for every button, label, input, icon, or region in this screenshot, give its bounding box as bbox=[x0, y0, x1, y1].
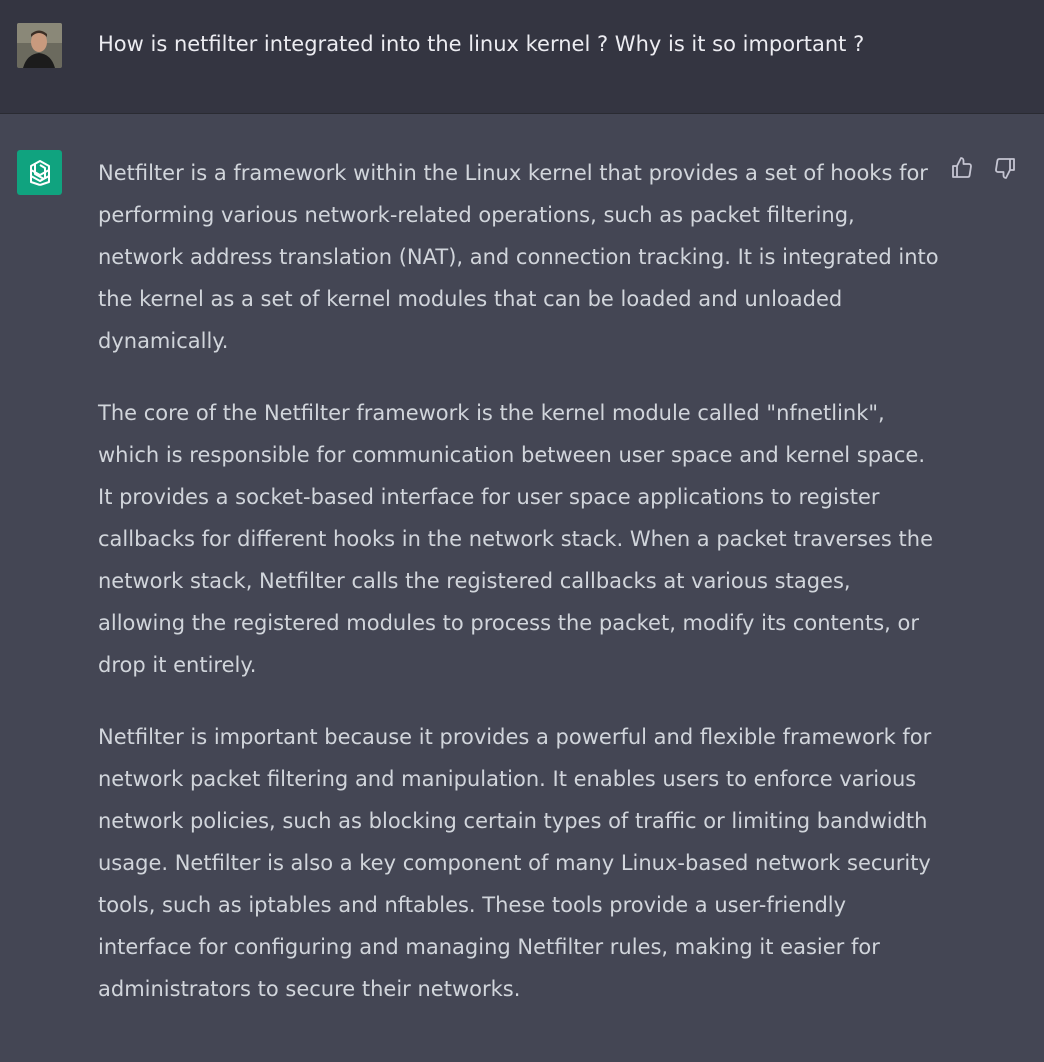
thumbs-down-icon bbox=[995, 158, 1015, 179]
assistant-message-body: Netfilter is a framework within the Linu… bbox=[98, 152, 943, 1040]
thumbs-up-button[interactable] bbox=[950, 156, 974, 180]
answer-paragraph-3: Netfilter is important because it provid… bbox=[98, 725, 932, 1001]
answer-paragraph-1: Netfilter is a framework within the Linu… bbox=[98, 161, 939, 353]
thumbs-down-button[interactable] bbox=[993, 156, 1017, 180]
user-message-text: How is netfilter integrated into the lin… bbox=[98, 32, 865, 56]
assistant-message-row: Netfilter is a framework within the Linu… bbox=[0, 114, 1044, 1062]
user-avatar-photo bbox=[17, 23, 62, 68]
thumbs-up-icon bbox=[952, 157, 972, 178]
openai-logo-icon bbox=[29, 159, 50, 186]
user-message-row: How is netfilter integrated into the lin… bbox=[0, 0, 1044, 114]
feedback-buttons bbox=[950, 156, 1017, 180]
user-avatar bbox=[17, 23, 62, 68]
assistant-avatar bbox=[17, 150, 62, 195]
answer-paragraph-2: The core of the Netfilter framework is t… bbox=[98, 401, 933, 677]
